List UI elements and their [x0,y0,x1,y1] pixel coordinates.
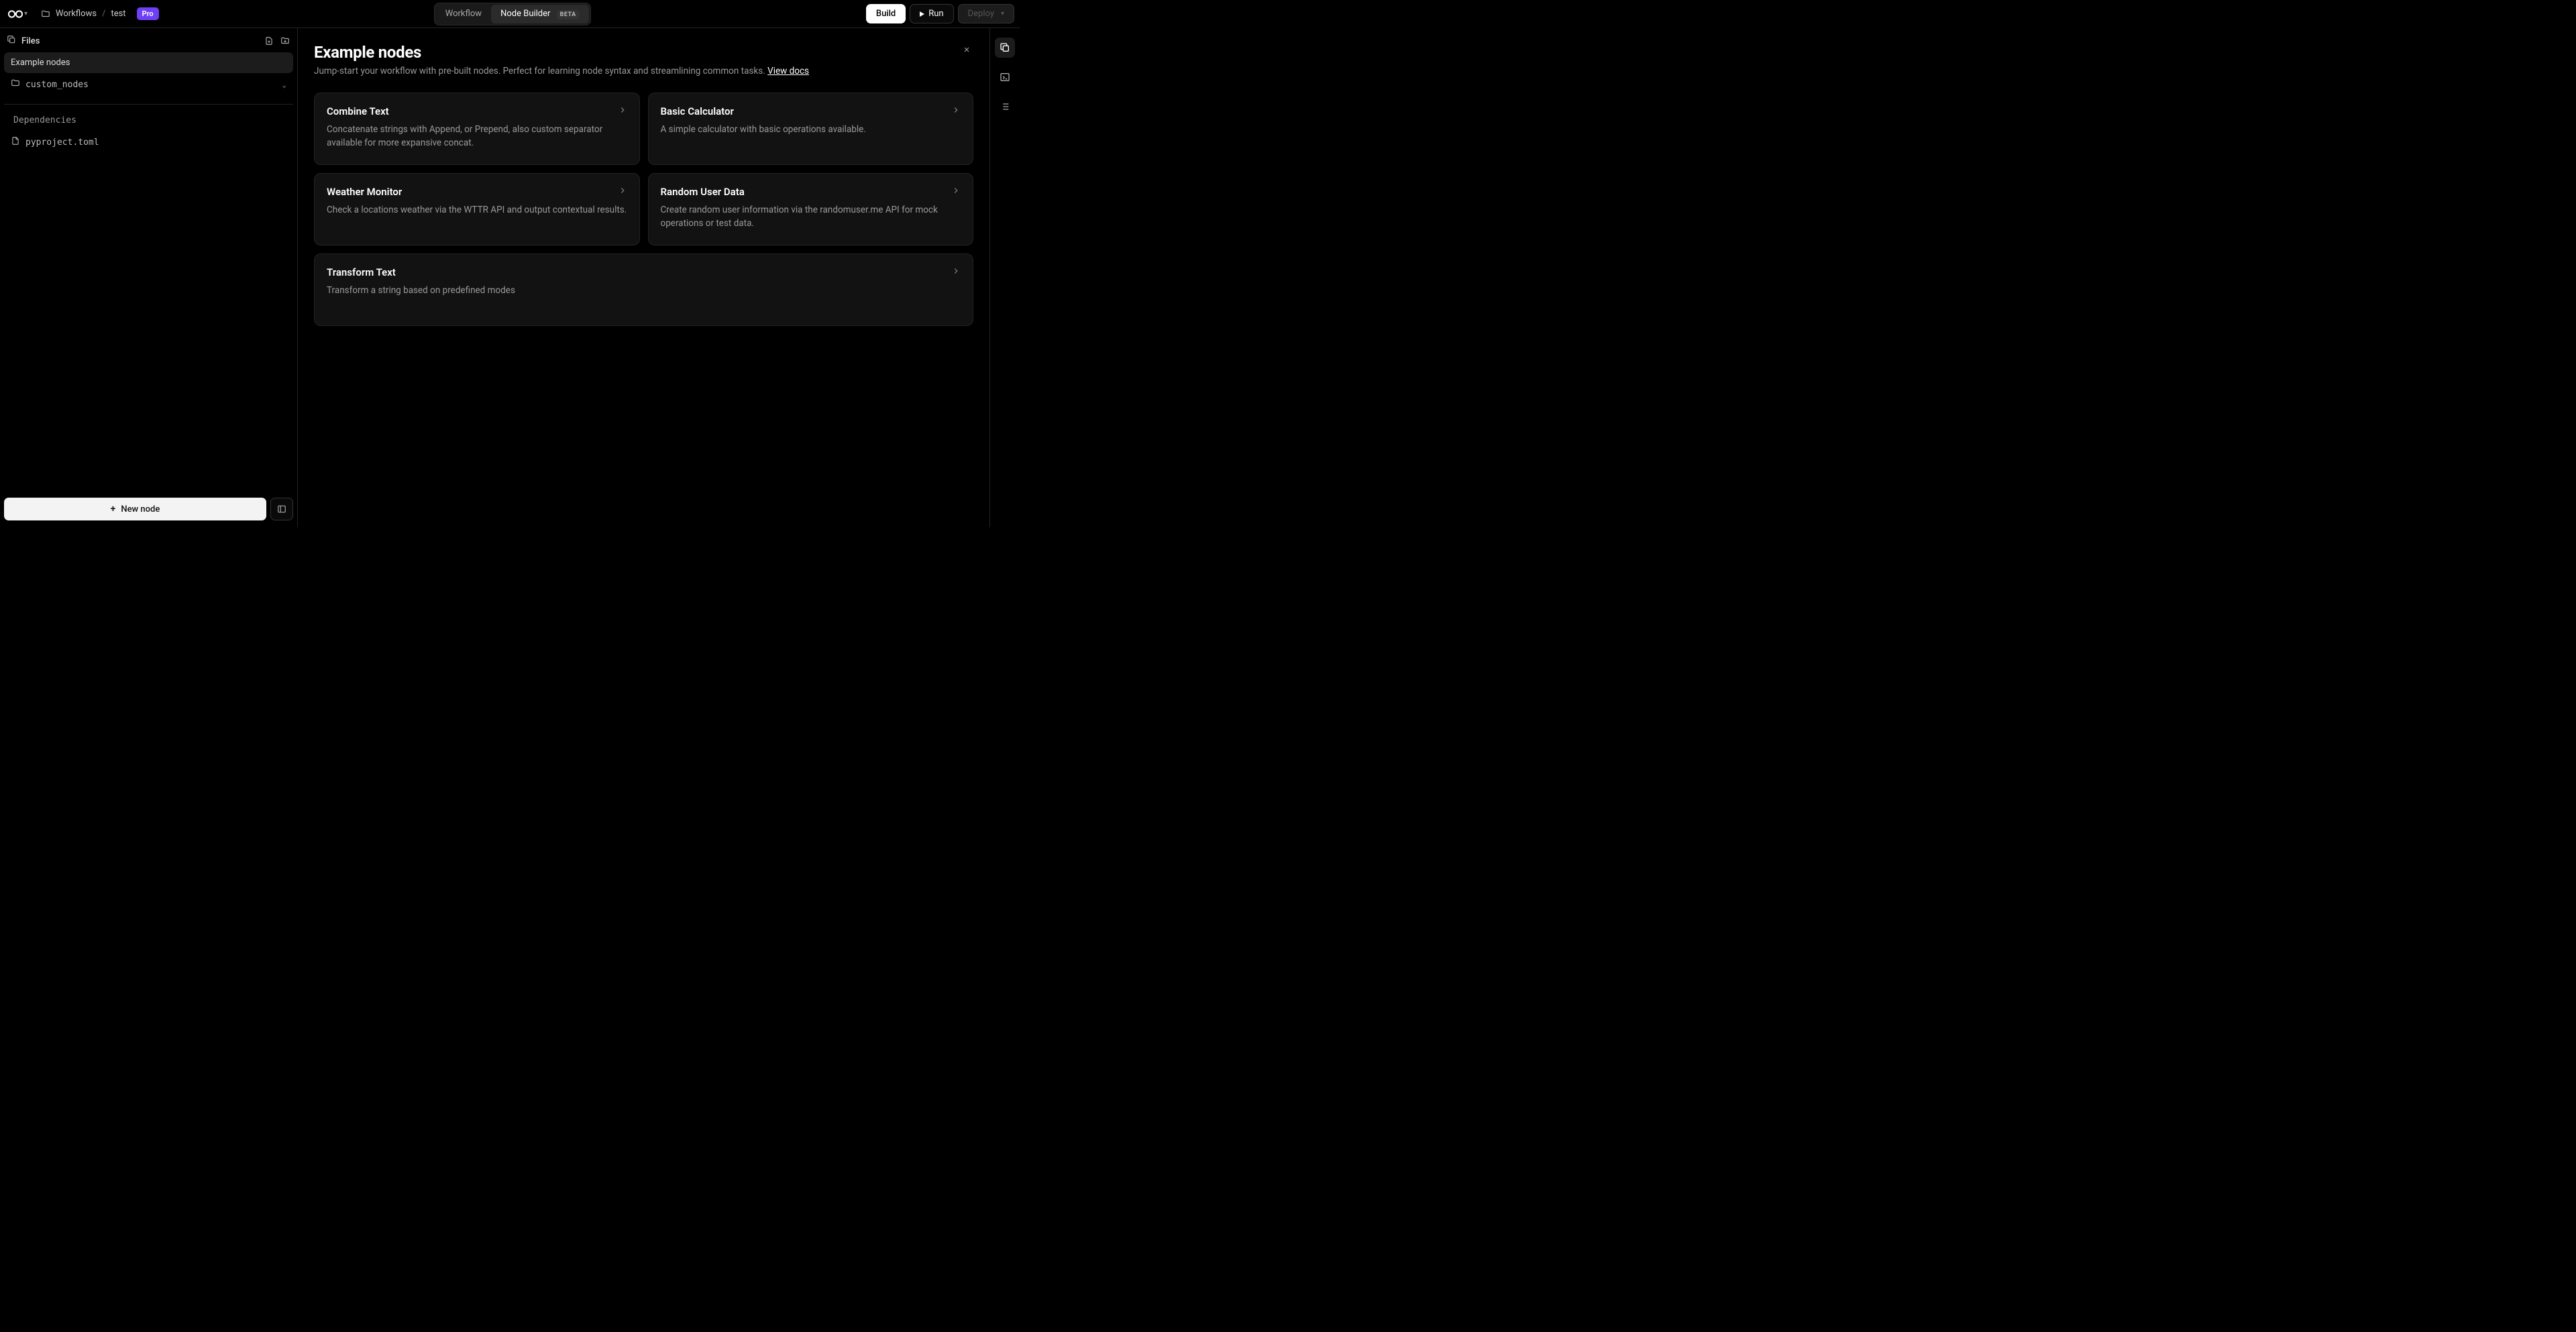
app-logo[interactable]: ▾ [5,9,30,19]
file-label: pyproject.toml [25,137,99,148]
build-button[interactable]: Build [866,4,906,23]
chevron-right-icon [618,186,627,198]
chevron-down-icon: ▾ [1001,10,1004,17]
tab-node-builder-label: Node Builder [500,9,550,19]
card-title-text: Weather Monitor [327,186,402,198]
card-basic-calculator[interactable]: Basic Calculator A simple calculator wit… [648,93,974,165]
chevron-down-icon: ⌄ [282,80,286,89]
card-title-text: Basic Calculator [661,105,734,117]
file-pyproject[interactable]: pyproject.toml [4,132,293,152]
main: Example nodes Jump-start your workflow w… [298,28,1020,527]
tab-node-builder[interactable]: Node Builder BETA [491,5,589,23]
top-bar: ▾ Workflows / test Pro Workflow Node Bui… [0,0,1020,28]
card-transform-text[interactable]: Transform Text Transform a string based … [314,254,973,326]
folder-icon [11,78,20,91]
pro-badge: Pro [137,7,159,20]
subtitle-text: Jump-start your workflow with pre-built … [314,66,767,76]
card-desc: Create random user information via the r… [661,203,961,231]
play-icon [920,11,924,17]
top-left: ▾ Workflows / test Pro [5,7,159,20]
folder-label: custom_nodes [25,80,89,90]
card-random-user-data[interactable]: Random User Data Create random user info… [648,173,974,245]
sidebar: Files Example nodes custom_nodes ⌄ Depen… [0,28,298,527]
content-header: Example nodes Jump-start your workflow w… [314,43,973,76]
card-desc: Concatenate strings with Append, or Prep… [327,123,627,150]
breadcrumb-root[interactable]: Workflows [56,9,97,19]
deploy-button[interactable]: Deploy ▾ [958,4,1014,23]
breadcrumb-sep: / [102,9,105,19]
rail-list-button[interactable] [995,97,1015,117]
page-title: Example nodes [314,43,809,62]
cards-grid: Combine Text Concatenate strings with Ap… [314,93,973,326]
sidebar-item-example-nodes[interactable]: Example nodes [4,52,293,73]
center-tabs: Workflow Node Builder BETA [434,3,591,25]
top-right: Build Run Deploy ▾ [866,4,1014,23]
sidebar-footer: + New node [4,498,293,523]
chevron-right-icon [618,105,627,117]
beta-badge: BETA [557,10,580,19]
run-button[interactable]: Run [910,4,953,23]
new-folder-icon[interactable] [280,36,290,46]
breadcrumb-current[interactable]: test [111,9,125,19]
body-area: Files Example nodes custom_nodes ⌄ Depen… [0,28,1020,527]
logo-chevron-icon: ▾ [24,10,28,17]
run-label: Run [928,9,943,19]
close-button[interactable] [960,43,973,56]
card-title-text: Transform Text [327,266,396,278]
card-title-text: Combine Text [327,105,389,117]
card-desc: Check a locations weather via the WTTR A… [327,203,627,217]
files-icon [7,35,16,47]
collapse-sidebar-button[interactable] [270,498,293,520]
rail-files-button[interactable] [995,38,1015,58]
divider [4,104,293,105]
right-rail [990,28,1020,527]
new-node-label: New node [121,504,160,514]
content: Example nodes Jump-start your workflow w… [298,28,990,527]
sidebar-item-label: Example nodes [11,58,70,68]
sidebar-header: Files [4,32,293,52]
files-label: Files [21,36,40,46]
files-title: Files [7,35,40,47]
dependencies-label: Dependencies [4,113,293,132]
rail-terminal-button[interactable] [995,67,1015,87]
tab-workflow[interactable]: Workflow [436,5,491,23]
chevron-right-icon [951,266,961,278]
folder-icon [41,9,50,19]
new-file-icon[interactable] [264,36,274,46]
file-icon [11,136,20,148]
chevron-right-icon [951,186,961,198]
sidebar-folder-custom-nodes[interactable]: custom_nodes ⌄ [4,73,293,96]
new-node-button[interactable]: + New node [4,498,266,520]
breadcrumb: Workflows / test [41,9,126,19]
card-desc: Transform a string based on predefined m… [327,284,961,297]
card-desc: A simple calculator with basic operation… [661,123,961,136]
deploy-label: Deploy [968,9,994,19]
sidebar-icons [264,36,290,46]
card-combine-text[interactable]: Combine Text Concatenate strings with Ap… [314,93,640,165]
card-weather-monitor[interactable]: Weather Monitor Check a locations weathe… [314,173,640,245]
view-docs-link[interactable]: View docs [767,66,809,76]
chevron-right-icon [951,105,961,117]
page-subtitle: Jump-start your workflow with pre-built … [314,66,809,76]
card-title-text: Random User Data [661,186,745,198]
plus-icon: + [111,504,116,514]
